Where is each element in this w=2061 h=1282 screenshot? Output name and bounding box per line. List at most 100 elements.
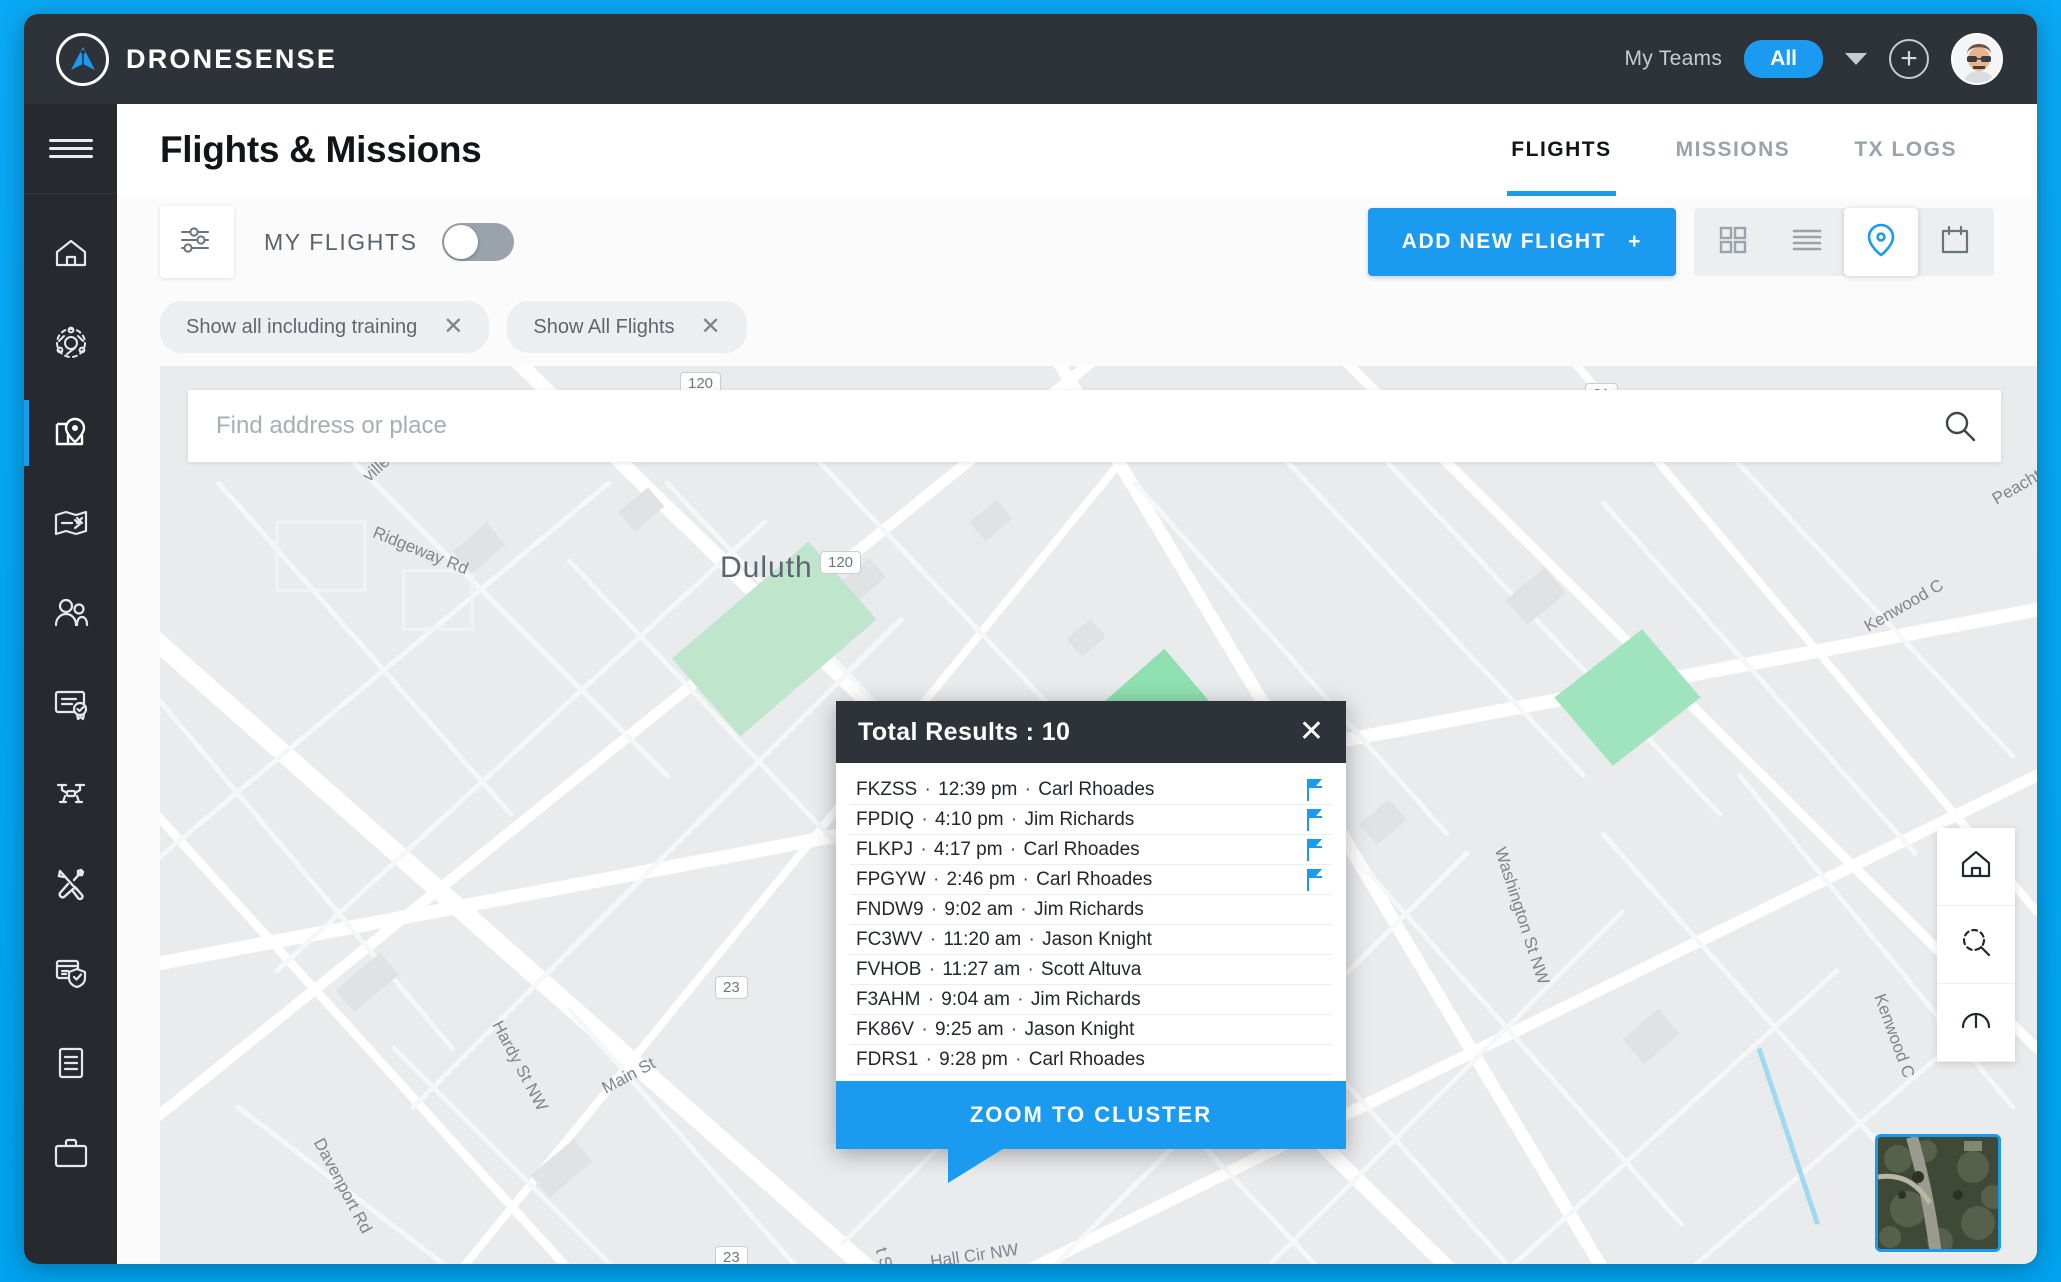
result-row[interactable]: FNDW9 · 9:02 am · Jim Richards [850, 895, 1332, 925]
popup-title: Total Results : 10 [858, 718, 1070, 747]
minimap-satellite-inset[interactable] [1875, 1134, 2001, 1252]
zoom-to-fit-icon [1959, 925, 1993, 964]
sidebar-item-certifications[interactable] [24, 658, 117, 748]
sidebar-item-personnel[interactable] [24, 568, 117, 658]
application-window: DRONESENSE My Teams All + [24, 14, 2037, 1264]
sidebar-nav [24, 194, 117, 1198]
result-row-text: FPGYW · 2:46 pm · Carl Rhoades [856, 869, 1152, 891]
sidebar-item-operations[interactable] [24, 298, 117, 388]
tab-tx-logs[interactable]: TX LOGS [1822, 104, 1989, 196]
result-row-text: FDRS1 · 9:28 pm · Carl Rhoades [856, 1049, 1145, 1071]
result-row[interactable]: FPGYW · 2:46 pm · Carl Rhoades [850, 865, 1332, 895]
result-row[interactable]: FLKPJ · 4:17 pm · Carl Rhoades [850, 835, 1332, 865]
drone-logo-icon [56, 33, 109, 86]
filter-chip-training[interactable]: Show all including training ✕ [160, 301, 489, 353]
chip-label: Show all including training [186, 316, 417, 339]
grid-view-icon [1717, 224, 1749, 261]
home-icon [52, 234, 90, 272]
add-new-flight-button[interactable]: ADD NEW FLIGHT + [1368, 208, 1676, 276]
zoom-to-cluster-button[interactable]: ZOOM TO CLUSTER [836, 1081, 1346, 1149]
result-row[interactable]: FK86V · 9:25 am · Jason Knight [850, 1015, 1332, 1045]
close-icon[interactable]: ✕ [443, 315, 463, 339]
maintenance-tools-icon [51, 863, 91, 903]
top-bar: DRONESENSE My Teams All + [24, 14, 2037, 104]
compass-icon [1959, 1003, 1993, 1042]
cluster-popup: Total Results : 10 ✕ FKZSS · 12:39 pm · … [836, 701, 1346, 1149]
result-row-text: FPDIQ · 4:10 pm · Jim Richards [856, 809, 1134, 831]
result-row-text: FKZSS · 12:39 pm · Carl Rhoades [856, 779, 1154, 801]
result-row-text: FLKPJ · 4:17 pm · Carl Rhoades [856, 839, 1140, 861]
flag-icon [1306, 839, 1324, 861]
operations-icon [51, 323, 91, 363]
map-search-bar[interactable] [188, 390, 2001, 462]
sidebar-item-missions[interactable] [24, 478, 117, 568]
popup-header: Total Results : 10 ✕ [836, 701, 1346, 763]
route-shield: 120 [820, 551, 861, 574]
filter-button[interactable] [160, 206, 234, 278]
view-list[interactable] [1770, 208, 1844, 276]
home-map-icon [1959, 847, 1993, 886]
tab-flights[interactable]: FLIGHTS [1479, 104, 1643, 196]
sidebar-item-safety[interactable] [24, 928, 117, 1018]
flag-icon [1306, 779, 1324, 801]
add-new-flight-label: ADD NEW FLIGHT [1402, 230, 1606, 254]
route-shield: 23 [715, 976, 748, 999]
team-filter-pill[interactable]: All [1744, 40, 1823, 78]
calendar-view-icon [1939, 224, 1971, 261]
result-row[interactable]: FC3WV · 11:20 am · Jason Knight [850, 925, 1332, 955]
result-row-text: FC3WV · 11:20 am · Jason Knight [856, 929, 1152, 951]
result-row[interactable]: FVHOB · 11:27 am · Scott Altuva [850, 955, 1332, 985]
result-row[interactable]: FDRS1 · 9:28 pm · Carl Rhoades [850, 1045, 1332, 1075]
hamburger-menu-icon[interactable] [24, 104, 117, 194]
browser-frame: DRONESENSE My Teams All + [0, 0, 2061, 1282]
page-title: Flights & Missions [160, 129, 481, 171]
user-avatar[interactable] [1951, 33, 2003, 85]
route-shield: 23 [715, 1246, 748, 1264]
flag-icon [1306, 869, 1324, 891]
sidebar-item-equipment[interactable] [24, 1108, 117, 1198]
toolbar-actions: ADD NEW FLIGHT + [1368, 208, 1994, 276]
people-icon [51, 593, 91, 633]
close-icon[interactable]: ✕ [1299, 717, 1324, 747]
view-grid[interactable] [1696, 208, 1770, 276]
sidebar-item-documents[interactable] [24, 1018, 117, 1108]
top-bar-actions: My Teams All + [1624, 33, 2037, 85]
certificate-icon [51, 683, 91, 723]
sidebar-item-flights[interactable] [24, 388, 117, 478]
view-switcher [1694, 208, 1994, 276]
popup-results-list: FKZSS · 12:39 pm · Carl Rhoades FPDIQ · 4… [836, 763, 1346, 1081]
sidebar-item-home[interactable] [24, 208, 117, 298]
map-compass-button[interactable] [1937, 984, 2015, 1062]
filter-chips: Show all including training ✕ Show All F… [117, 288, 2037, 366]
result-row-text: FVHOB · 11:27 am · Scott Altuva [856, 959, 1141, 981]
map-zoom-fit-button[interactable] [1937, 906, 2015, 984]
plus-circle-icon[interactable]: + [1889, 39, 1929, 79]
my-teams-label: My Teams [1624, 47, 1722, 71]
view-calendar[interactable] [1918, 208, 1992, 276]
filter-chip-all-flights[interactable]: Show All Flights ✕ [507, 301, 746, 353]
close-icon[interactable]: ✕ [701, 315, 721, 339]
sidebar-item-aircraft[interactable] [24, 748, 117, 838]
page-tabs: FLIGHTS MISSIONS TX LOGS [1479, 104, 2037, 196]
my-flights-toggle[interactable] [442, 223, 514, 261]
sidebar-item-maintenance[interactable] [24, 838, 117, 928]
result-row[interactable]: FPDIQ · 4:10 pm · Jim Richards [850, 805, 1332, 835]
view-map[interactable] [1844, 208, 1918, 276]
chip-label: Show All Flights [533, 316, 674, 339]
flag-icon [1306, 809, 1324, 831]
toggle-knob [444, 225, 478, 259]
result-row[interactable]: F3AHM · 9:04 am · Jim Richards [850, 985, 1332, 1015]
brand-logo[interactable]: DRONESENSE [24, 33, 337, 86]
map-view[interactable]: ville St NW Ridgeway Rd Duluth Main St H… [160, 366, 2037, 1264]
map-home-button[interactable] [1937, 828, 2015, 906]
map-controls [1937, 828, 2015, 1062]
search-icon[interactable] [1919, 408, 2001, 444]
popup-pointer [948, 1147, 1006, 1183]
result-row[interactable]: FKZSS · 12:39 pm · Carl Rhoades [850, 775, 1332, 805]
result-row-text: FK86V · 9:25 am · Jason Knight [856, 1019, 1134, 1041]
search-input[interactable] [188, 390, 1919, 462]
chevron-down-icon[interactable] [1845, 53, 1867, 65]
result-row-text: F3AHM · 9:04 am · Jim Richards [856, 989, 1141, 1011]
flights-map-pin-icon [51, 413, 91, 453]
tab-missions[interactable]: MISSIONS [1644, 104, 1823, 196]
